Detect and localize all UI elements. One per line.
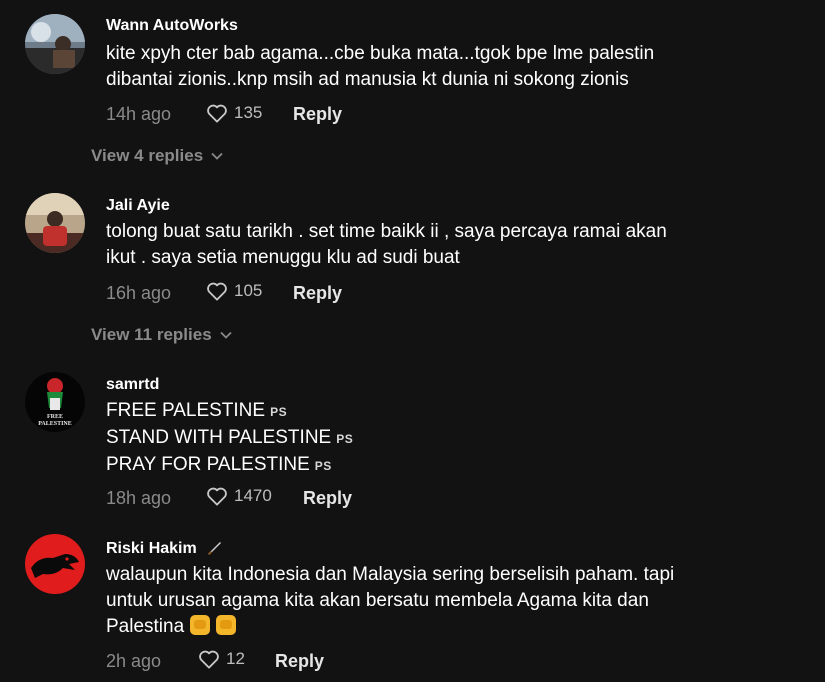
view-replies-button[interactable]: View 11 replies (91, 325, 232, 345)
like-count: 105 (234, 281, 263, 300)
flag-text: PS (336, 432, 354, 446)
comment-line: Palestina (106, 614, 746, 640)
comment-line-text: FREE PALESTINE (106, 400, 266, 421)
heart-outline-icon (207, 104, 227, 123)
comment-line: ikut . saya setia menuggu klu ad sudi bu… (106, 247, 460, 268)
reply-button[interactable]: Reply (275, 651, 324, 672)
handshake-icon (216, 615, 237, 635)
like-button[interactable]: 12 (198, 649, 245, 669)
like-count: 12 (226, 649, 245, 668)
comment-text: tolong buat satu tarikh . set time baikk… (106, 219, 746, 271)
comment-line: walaupun kita Indonesia dan Malaysia ser… (106, 564, 675, 585)
reply-button[interactable]: Reply (303, 488, 352, 509)
comment-text: walaupun kita Indonesia dan Malaysia ser… (106, 562, 746, 640)
comment-username[interactable]: Riski Hakim (106, 539, 223, 558)
like-button[interactable]: 105 (206, 281, 262, 301)
avatar[interactable]: FREE PALESTINE (25, 372, 85, 432)
comment-line: untuk urusan agama kita akan bersatu mem… (106, 590, 649, 611)
comment-username[interactable]: Wann AutoWorks (106, 17, 238, 35)
comment-line: PRAY FOR PALESTINE PS (106, 452, 746, 479)
avatar[interactable] (25, 193, 85, 253)
comment-timestamp: 2h ago (106, 651, 162, 671)
comment-username[interactable]: samrtd (106, 376, 159, 394)
view-replies-label: View 4 replies (91, 146, 204, 165)
comment-line: FREE PALESTINE PS (106, 398, 746, 425)
heart-outline-icon (207, 487, 227, 506)
flag-text: PS (270, 405, 288, 419)
reply-button[interactable]: Reply (293, 104, 342, 125)
comment-username[interactable]: Jali Ayie (106, 197, 170, 215)
comment-text: FREE PALESTINE PS STAND WITH PALESTINE PS … (106, 398, 746, 479)
chevron-down-icon (211, 152, 223, 160)
comment-line: STAND WITH PALESTINE PS (106, 425, 746, 452)
like-button[interactable]: 1470 (206, 486, 272, 506)
flag-text: PS (314, 459, 332, 473)
avatar[interactable] (25, 14, 85, 74)
comment-line: dibantai zionis..knp msih ad manusia kt … (106, 69, 629, 90)
comment-line: kite xpyh cter bab agama...cbe buka mata… (106, 43, 655, 64)
comment-timestamp: 16h ago (106, 283, 172, 303)
comment-timestamp: 18h ago (106, 488, 172, 508)
knife-icon (203, 540, 223, 556)
avatar-text: PALESTINE (38, 421, 72, 427)
comment-line-text: Palestina (106, 616, 185, 637)
reply-button[interactable]: Reply (293, 283, 342, 304)
view-replies-label: View 11 replies (91, 325, 212, 344)
avatar-text: FREE (47, 414, 63, 420)
comment-text: kite xpyh cter bab agama...cbe buka mata… (106, 41, 746, 93)
heart-outline-icon (199, 650, 219, 669)
avatar[interactable] (25, 534, 85, 594)
like-count: 135 (234, 103, 263, 122)
comment-line: tolong buat satu tarikh . set time baikk… (106, 221, 667, 242)
comment-line-text: STAND WITH PALESTINE (106, 427, 332, 448)
username-text: Riski Hakim (106, 540, 197, 557)
like-count: 1470 (234, 486, 272, 505)
raised-fist-icon (190, 615, 211, 635)
chevron-down-icon (220, 331, 232, 339)
view-replies-button[interactable]: View 4 replies (91, 146, 223, 166)
comment-line-text: PRAY FOR PALESTINE (106, 454, 310, 475)
heart-outline-icon (207, 282, 227, 301)
comment-timestamp: 14h ago (106, 104, 172, 124)
like-button[interactable]: 135 (206, 103, 262, 123)
